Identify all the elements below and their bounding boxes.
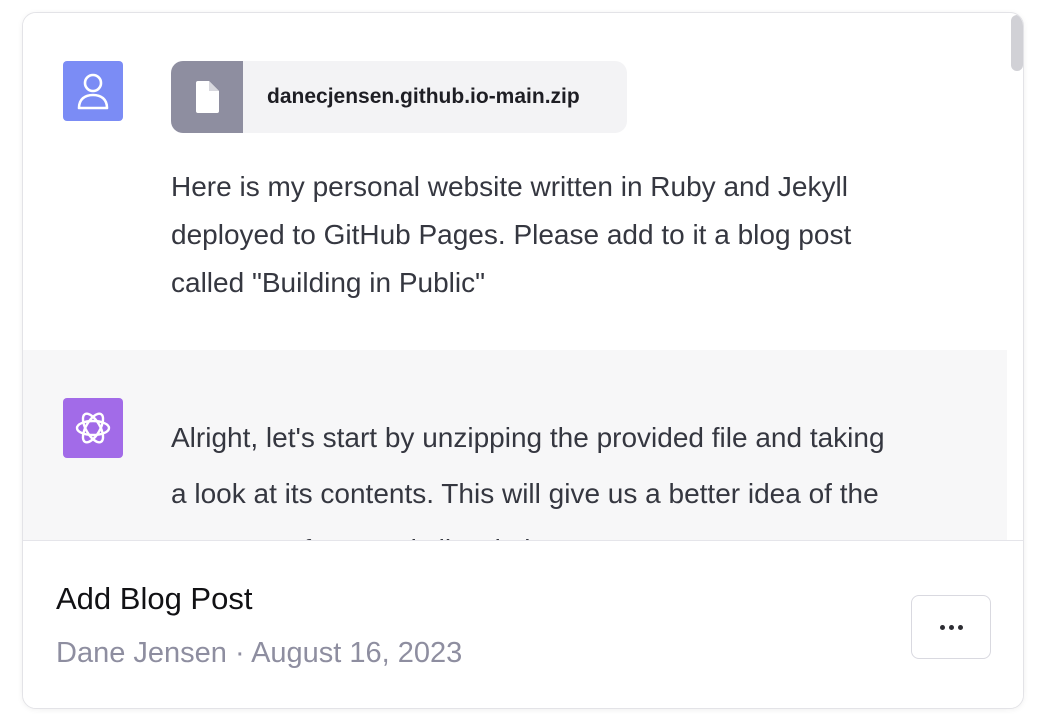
ellipsis-icon [939, 624, 945, 630]
user-message-text: Here is my personal website written in R… [171, 171, 852, 298]
chat-transcript[interactable]: danecjensen.github.io-main.zip Here is m… [23, 13, 1023, 540]
conversation-date: August 16, 2023 [251, 637, 463, 669]
conversation-title: Add Blog Post [56, 581, 253, 616]
file-icon [196, 81, 219, 113]
ellipsis-icon [948, 624, 954, 630]
assistant-message-text: Alright, let's start by unzipping the pr… [171, 422, 885, 540]
conversation-footer: Add Blog Post Dane Jensen · August 16, 2… [23, 540, 1023, 708]
user-icon [77, 73, 109, 110]
scrollbar-thumb[interactable] [1011, 15, 1023, 71]
user-message: danecjensen.github.io-main.zip Here is m… [23, 13, 1007, 350]
shared-chat-card: danecjensen.github.io-main.zip Here is m… [22, 12, 1024, 709]
assistant-avatar [63, 398, 123, 458]
file-icon-box [171, 61, 243, 133]
author-name: Dane Jensen [56, 637, 227, 669]
conversation-meta: Dane Jensen · August 16, 2023 [56, 637, 462, 670]
openai-logo-icon [75, 412, 111, 444]
scrollbar[interactable] [1007, 13, 1023, 540]
more-options-button[interactable] [911, 595, 991, 659]
file-attachment[interactable]: danecjensen.github.io-main.zip [171, 61, 627, 133]
assistant-message: Alright, let's start by unzipping the pr… [23, 350, 1007, 540]
user-avatar [63, 61, 123, 121]
ellipsis-icon [957, 624, 963, 630]
meta-separator: · [226, 637, 252, 669]
attachment-file-name: danecjensen.github.io-main.zip [267, 85, 580, 108]
